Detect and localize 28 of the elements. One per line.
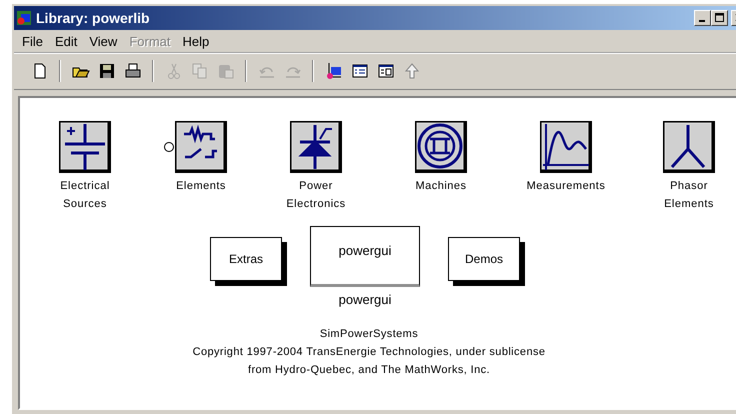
menu-item[interactable]: Help — [176, 34, 216, 48]
menu-item[interactable]: File — [16, 34, 49, 48]
copyright-text: Copyright 1997-2004 TransEnergie Technologies, under sublicense — [192, 345, 546, 360]
branch-icon[interactable] — [663, 121, 715, 173]
menu-item[interactable]: View — [83, 34, 124, 48]
maximize-icon — [714, 13, 724, 23]
port-circle — [164, 142, 174, 152]
block-label: Power Electronics — [286, 179, 346, 212]
battery-icon[interactable] — [59, 121, 111, 173]
block-label: Phasor Elements — [664, 179, 714, 212]
block-label: Elements — [176, 179, 226, 194]
machine-icon[interactable] — [415, 121, 467, 173]
maximize-button[interactable] — [711, 10, 728, 26]
app-icon — [16, 10, 32, 26]
block-label: powergui — [338, 292, 392, 307]
powergui-block[interactable]: powergui — [310, 226, 420, 287]
block-label: Electrical Sources — [60, 179, 110, 212]
block-label: Measurements — [526, 179, 606, 194]
minimize-button[interactable] — [694, 10, 711, 26]
copyright-text: SimPowerSystems — [320, 327, 418, 342]
block-label: Machines — [415, 179, 467, 194]
window-title: Library: powerlib — [36, 10, 151, 26]
thyristor-icon[interactable] — [290, 121, 342, 173]
menu-item[interactable]: Edit — [48, 34, 84, 48]
resistor-switch-icon[interactable] — [175, 121, 227, 173]
minimize-icon — [698, 20, 704, 22]
copyright-text: from Hydro-Quebec, and The MathWorks, Inc. — [248, 363, 490, 378]
waveform-icon[interactable] — [540, 121, 592, 173]
